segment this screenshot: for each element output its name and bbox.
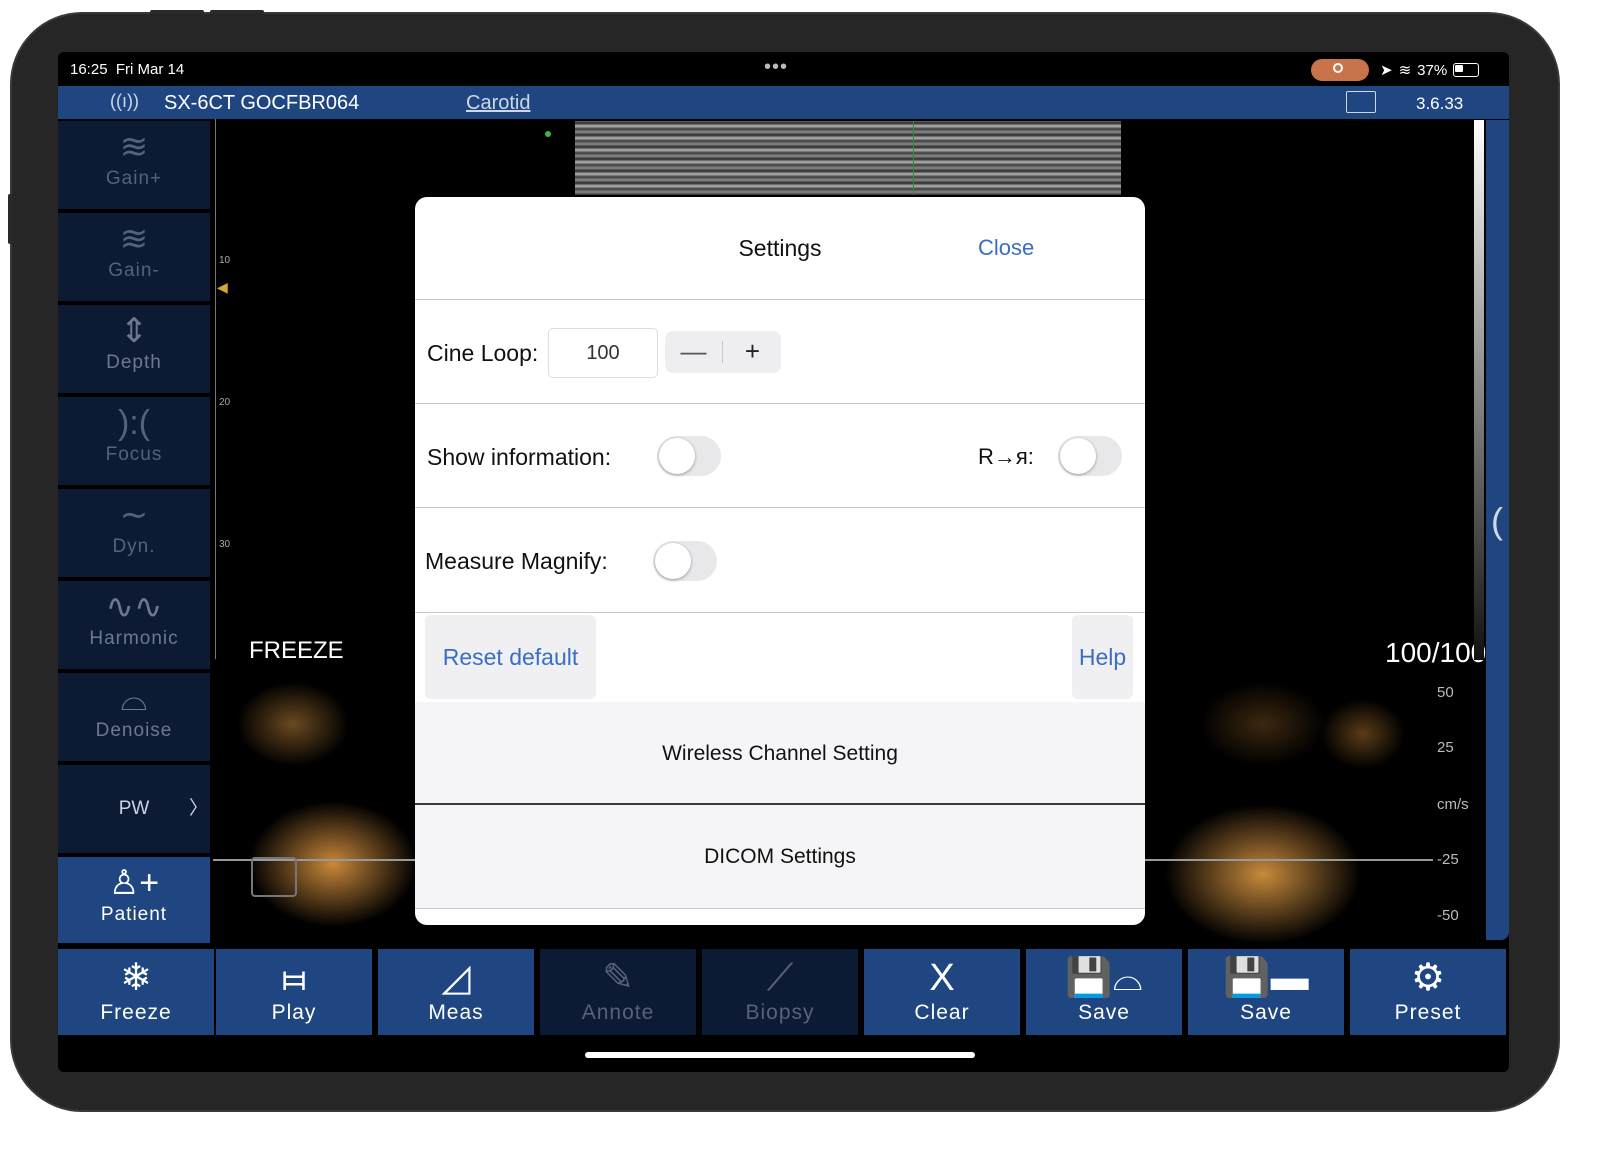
depth-scale (215, 119, 216, 659)
stepper-divider (722, 341, 723, 363)
gain-plus-icon: ≋ (119, 128, 149, 166)
velocity-tick: 25 (1437, 739, 1454, 756)
velocity-unit: cm/s (1437, 796, 1469, 813)
clear-button[interactable]: X Clear (864, 949, 1020, 1035)
play-icon: ⧦ (282, 957, 306, 999)
annote-icon: ✎ (602, 957, 634, 999)
preset-button[interactable]: ⚙ Preset (1350, 949, 1506, 1035)
status-time: 16:25 Fri Mar 14 (70, 61, 185, 78)
save-image-icon: 💾⌓ (1065, 957, 1143, 999)
close-button[interactable]: Close (978, 235, 1034, 261)
denoise-button[interactable]: ⌓ Denoise (58, 673, 210, 761)
actions-row: Reset default Help (415, 613, 1145, 702)
focus-icon: ):( (117, 404, 151, 442)
dyn-button[interactable]: ∼ Dyn. (58, 489, 210, 577)
freeze-icon: ❄ (120, 957, 152, 999)
save-video-icon: 💾▬ (1223, 957, 1309, 999)
biopsy-button[interactable]: ⟋ Biopsy (702, 949, 858, 1035)
save-video-button[interactable]: 💾▬ Save (1188, 949, 1344, 1035)
patient-icon: ♙+ (108, 864, 160, 902)
settings-title: Settings (738, 235, 822, 261)
measure-magnify-label: Measure Magnify: (425, 548, 608, 574)
focus-marker (545, 131, 551, 137)
show-information-row: Show information: R→я: (415, 404, 1145, 508)
volume-button (8, 194, 12, 244)
wireless-channel-setting-button[interactable]: Wireless Channel Setting (415, 702, 1145, 805)
freeze-indicator: FREEZE (249, 637, 344, 664)
measure-caliper-icon[interactable] (251, 857, 297, 897)
probe-name: SX-6CT GOCFBR064 (164, 92, 360, 114)
sample-line (913, 121, 914, 195)
meas-icon: ◿ (441, 957, 471, 999)
status-right: ➤ ≋ 37% (1380, 61, 1480, 79)
multitasking-dots[interactable]: ••• (764, 56, 788, 79)
frame-counter: 100/100 (1385, 637, 1487, 668)
patient-button[interactable]: ♙+ Patient (58, 857, 210, 943)
decrement-button[interactable]: — (665, 331, 722, 373)
mode-selector[interactable]: PW 〉 (58, 765, 210, 853)
status-bar: 16:25 Fri Mar 14 ••• ➤ ≋ 37% (58, 52, 1509, 86)
play-button[interactable]: ⧦ Play (216, 949, 372, 1035)
focus-button[interactable]: ):( Focus (58, 397, 210, 485)
show-information-toggle[interactable] (657, 436, 721, 476)
location-icon: ➤ (1380, 62, 1393, 79)
preset-gear-icon: ⚙ (1410, 957, 1446, 999)
reset-default-button[interactable]: Reset default (425, 615, 596, 699)
chevron-right-icon: 〉 (188, 798, 208, 819)
denoise-icon: ⌓ (120, 680, 148, 718)
top-button (150, 10, 204, 14)
cine-loop-row: Cine Loop: 100 — + (415, 300, 1145, 404)
freeze-button[interactable]: ❄ Freeze (58, 949, 214, 1035)
cine-loop-stepper: — + (665, 331, 781, 373)
cine-loop-label: Cine Loop: (427, 340, 539, 366)
home-indicator[interactable] (585, 1052, 975, 1058)
cine-loop-input[interactable]: 100 (548, 328, 658, 378)
depth-tick: 20 (219, 397, 231, 408)
depth-tick: 30 (219, 539, 231, 550)
harmonic-button[interactable]: ∿∿ Harmonic (58, 581, 210, 669)
dicom-settings-button[interactable]: DICOM Settings (415, 805, 1145, 909)
depth-button[interactable]: ⇕ Depth (58, 305, 210, 393)
app-version: 3.6.33 (1416, 94, 1464, 113)
b-mode-image (575, 121, 1121, 195)
velocity-tick: -25 (1437, 851, 1459, 868)
exam-preset-link[interactable]: Carotid (466, 92, 530, 115)
battery-percent: 37% (1417, 61, 1448, 79)
save-image-button[interactable]: 💾⌓ Save (1026, 949, 1182, 1035)
settings-dialog: Settings Close Cine Loop: 100 — + Show i… (415, 197, 1145, 925)
app-header: ((ı)) SX-6CT GOCFBR064 Carotid 3.6.33 (58, 86, 1509, 119)
help-button[interactable]: Help (1072, 615, 1133, 699)
increment-button[interactable]: + (724, 331, 781, 373)
measure-magnify-toggle[interactable] (653, 541, 717, 581)
rtl-label: R→я: (978, 444, 1034, 469)
meas-button[interactable]: ◿ Meas (378, 949, 534, 1035)
measure-magnify-row: Measure Magnify: (415, 508, 1145, 613)
focus-indicator-icon: ◀ (217, 279, 228, 295)
top-button (210, 10, 264, 14)
chevron-left-icon: ( (1491, 500, 1503, 541)
velocity-tick: -50 (1437, 907, 1459, 924)
velocity-tick: 50 (1437, 684, 1454, 701)
battery-icon (1453, 63, 1480, 77)
annote-button[interactable]: ✎ Annote (540, 949, 696, 1035)
harmonic-icon: ∿∿ (105, 588, 163, 626)
depth-tick: 10 (219, 255, 231, 266)
gain-minus-icon: ≋ (119, 220, 149, 258)
recording-indicator[interactable] (1311, 59, 1369, 81)
mode-label: PW (118, 798, 150, 819)
right-panel-handle[interactable]: ( (1486, 120, 1509, 940)
biopsy-icon: ⟋ (766, 957, 794, 999)
rtl-toggle[interactable] (1058, 436, 1122, 476)
monitor-icon[interactable] (1346, 91, 1376, 113)
settings-header: Settings Close (415, 197, 1145, 300)
wifi-icon: ≋ (1398, 62, 1412, 79)
grayscale-bar (1474, 120, 1484, 660)
depth-icon: ⇕ (119, 312, 149, 350)
wifi-signal-icon: ((ı)) (110, 91, 139, 111)
dyn-icon: ∼ (119, 496, 149, 534)
show-information-label: Show information: (427, 444, 612, 470)
gain-minus-button[interactable]: ≋ Gain- (58, 213, 210, 301)
clear-icon: X (929, 957, 955, 999)
gain-plus-button[interactable]: ≋ Gain+ (58, 121, 210, 209)
